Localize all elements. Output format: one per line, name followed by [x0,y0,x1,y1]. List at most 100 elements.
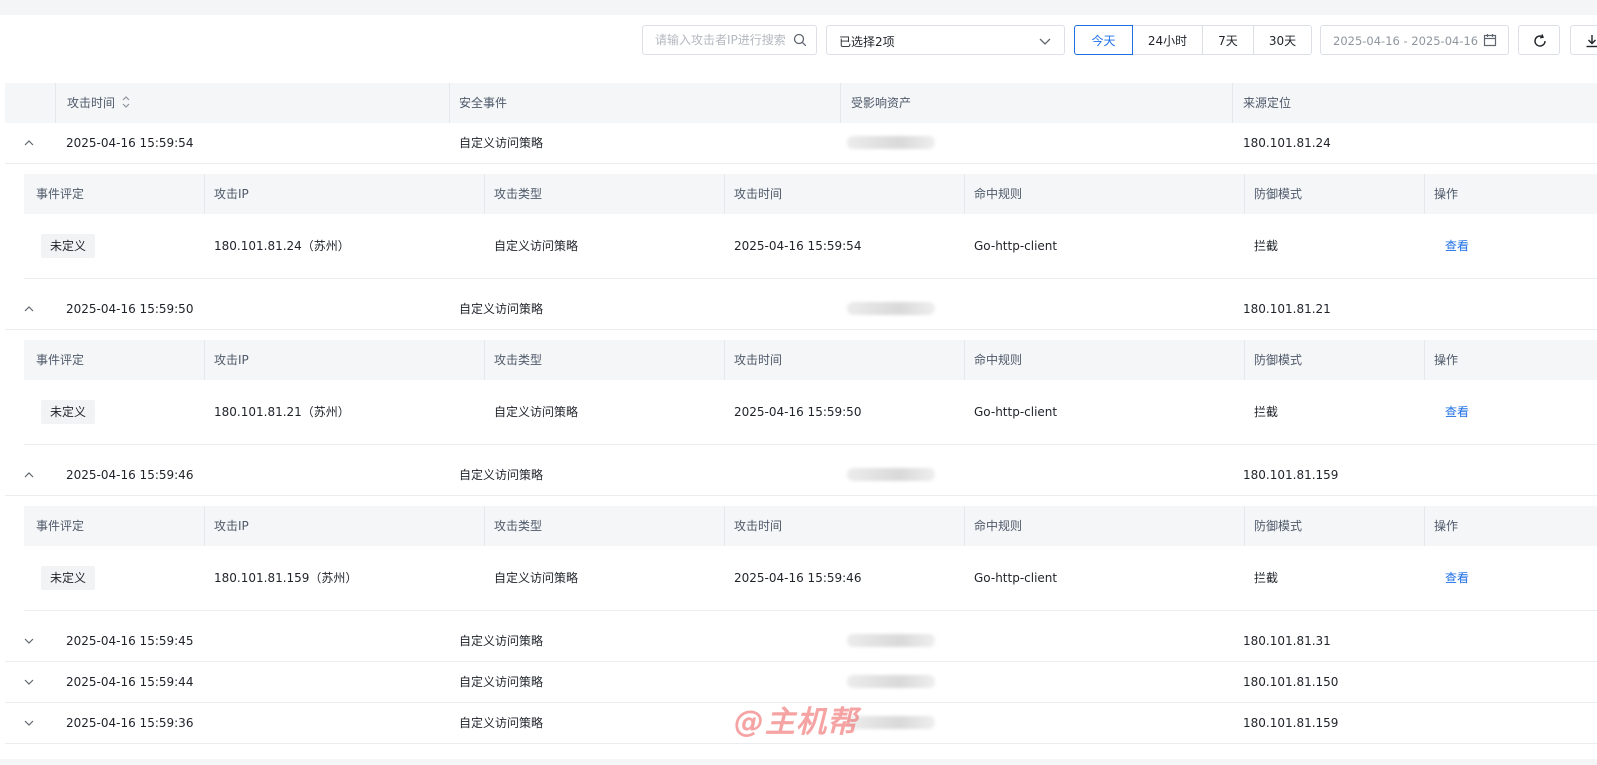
calendar-icon [1483,34,1497,47]
column-divider [449,83,450,123]
view-link[interactable]: 查看 [1445,214,1469,278]
column-divider [964,506,965,546]
column-divider [484,340,485,380]
column-attack-time[interactable]: 攻击时间 [67,83,131,123]
column-divider [484,506,485,546]
column-divider [724,174,725,214]
detail-col-type: 攻击类型 [494,353,543,367]
column-divider [1424,506,1425,546]
attacker-ip-search[interactable] [642,25,817,55]
detail-col-ip: 攻击IP [214,187,249,201]
sort-icon[interactable] [121,96,131,108]
column-divider [724,506,725,546]
table-header: 攻击时间 安全事件 受影响资产 来源定位 [5,83,1597,123]
attack-type: 自定义访问策略 [494,405,579,419]
chevron-up-icon[interactable] [23,469,35,481]
column-divider [964,340,965,380]
defense-mode: 拦截 [1254,239,1279,253]
attack-type: 自定义访问策略 [494,239,579,253]
column-label: 攻击时间 [67,96,116,110]
detail-col-mode: 防御模式 [1254,519,1303,533]
chevron-down-icon[interactable] [23,717,35,729]
detail-col-rule: 命中规则 [974,519,1023,533]
affected-asset-redacted [847,136,935,149]
column-divider [1244,340,1245,380]
column-divider [484,174,485,214]
chevron-up-icon[interactable] [23,303,35,315]
detail-col-rule: 命中规则 [974,187,1023,201]
detail-col-rating: 事件评定 [36,187,85,201]
view-link[interactable]: 查看 [1445,380,1469,444]
table-row[interactable]: 2025-04-16 15:59:50 自定义访问策略 180.101.81.2… [5,289,1597,330]
date-range-value: 2025-04-16 - 2025-04-16 [1333,34,1479,48]
detail-col-action: 操作 [1434,519,1459,533]
download-button[interactable] [1570,25,1597,55]
select-value: 已选择2项 [839,35,895,49]
affected-asset-redacted [847,716,935,729]
attack-time: 2025-04-16 15:59:45 [66,634,194,648]
detail-col-ip: 攻击IP [214,519,249,533]
attack-time: 2025-04-16 15:59:54 [66,136,194,150]
defense-mode: 拦截 [1254,571,1279,585]
affected-asset-redacted [847,302,935,315]
source-location: 180.101.81.159 [1243,716,1339,730]
detail-header: 事件评定 攻击IP 攻击类型 攻击时间 命中规则 防御模式 操作 [24,174,1597,214]
range-24h-button[interactable]: 24小时 [1132,25,1203,55]
date-range-picker[interactable]: 2025-04-16 - 2025-04-16 [1320,25,1509,55]
detail-col-type: 攻击类型 [494,519,543,533]
attack-time: 2025-04-16 15:59:46 [66,468,194,482]
detail-col-ip: 攻击IP [214,353,249,367]
chevron-up-icon[interactable] [23,137,35,149]
range-30d-button[interactable]: 30天 [1253,25,1312,55]
time-range-switch: 今天 24小时 7天 30天 [1074,25,1312,55]
detail-col-rating: 事件评定 [36,353,85,367]
detail-header: 事件评定 攻击IP 攻击类型 攻击时间 命中规则 防御模式 操作 [24,340,1597,380]
detail-col-type: 攻击类型 [494,187,543,201]
table-row[interactable]: 2025-04-16 15:59:46 自定义访问策略 180.101.81.1… [5,455,1597,496]
refresh-button[interactable] [1518,25,1560,55]
detail-divider [24,444,1597,445]
refresh-icon [1534,34,1546,47]
detail-col-mode: 防御模式 [1254,187,1303,201]
column-divider [1244,174,1245,214]
detail-col-time: 攻击时间 [734,519,783,533]
search-icon[interactable] [793,33,807,47]
detail-col-mode: 防御模式 [1254,353,1303,367]
matched-rule: Go-http-client [974,571,1058,585]
column-source-location: 来源定位 [1243,96,1292,110]
security-event: 自定义访问策略 [459,468,544,482]
attack-ip: 180.101.81.21（苏州） [214,405,350,419]
table-row[interactable]: 2025-04-16 15:59:45 自定义访问策略 180.101.81.3… [5,621,1597,662]
affected-asset-redacted [847,675,935,688]
chevron-down-icon[interactable] [23,676,35,688]
source-location: 180.101.81.24 [1243,136,1331,150]
security-event: 自定义访问策略 [459,302,544,316]
column-divider [724,340,725,380]
range-today-button[interactable]: 今天 [1074,25,1133,55]
attack-ip: 180.101.81.24（苏州） [214,239,350,253]
column-divider [204,174,205,214]
column-divider [1232,83,1233,123]
detail-col-time: 攻击时间 [734,353,783,367]
source-location: 180.101.81.159 [1243,468,1339,482]
search-input[interactable] [643,26,800,54]
table-row[interactable]: 2025-04-16 15:59:54 自定义访问策略 180.101.81.2… [5,123,1597,164]
attack-time: 2025-04-16 15:59:44 [66,675,194,689]
source-location: 180.101.81.21 [1243,302,1331,316]
detail-col-rating: 事件评定 [36,519,85,533]
view-link[interactable]: 查看 [1445,546,1469,610]
column-divider [964,174,965,214]
detail-divider [24,610,1597,611]
chevron-down-icon[interactable] [23,635,35,647]
event-type-select[interactable]: 已选择2项 [826,25,1065,55]
rating-tag: 未定义 [41,566,96,590]
column-security-event: 安全事件 [459,96,508,110]
chevron-down-icon [1039,38,1051,45]
range-7d-button[interactable]: 7天 [1202,25,1254,55]
detail-header: 事件评定 攻击IP 攻击类型 攻击时间 命中规则 防御模式 操作 [24,506,1597,546]
attack-time: 2025-04-16 15:59:50 [66,302,194,316]
detail-col-time: 攻击时间 [734,187,783,201]
column-divider [1244,506,1245,546]
security-event: 自定义访问策略 [459,716,544,730]
detail-col-rule: 命中规则 [974,353,1023,367]
